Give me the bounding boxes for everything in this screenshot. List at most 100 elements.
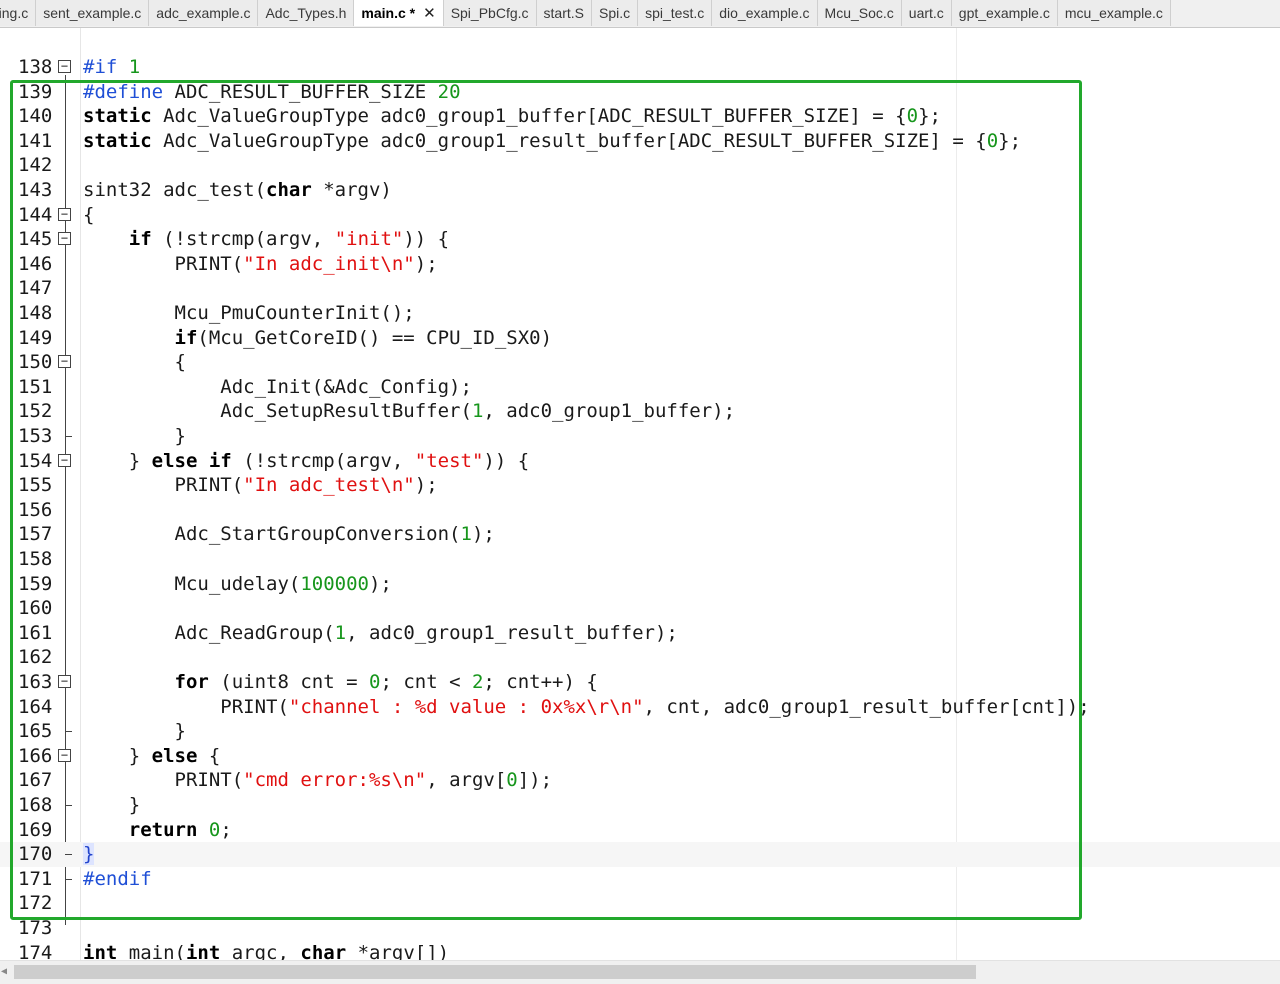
line-number: 141 [18, 129, 53, 152]
code-line[interactable]: 143 sint32 adc_test(char *argv) [0, 178, 1280, 203]
line-number: 143 [18, 179, 53, 201]
line-number: 158 [18, 548, 53, 570]
tab-label: Mcu_Soc.c [824, 5, 894, 21]
tab-label: sent_example.c [43, 5, 142, 21]
tab-mcu-soc-c[interactable]: Mcu_Soc.c [817, 0, 902, 26]
tab-adc-example-c[interactable]: adc_example.c [149, 0, 259, 26]
line-number: 153 [18, 425, 53, 447]
fold-collapse-icon[interactable]: − [58, 355, 71, 369]
code-line[interactable]: 156 [0, 498, 1280, 523]
fold-end-marker [65, 436, 72, 437]
fold-collapse-icon[interactable]: − [58, 748, 71, 762]
fold-collapse-icon[interactable]: − [58, 60, 71, 73]
code-line[interactable]: 173 [0, 916, 1280, 941]
code-text: for (uint8 cnt = 0; cnt < 2; cnt++) { [174, 671, 598, 693]
line-number: 139 [18, 80, 53, 103]
fold-collapse-icon[interactable]: − [58, 675, 71, 688]
tab-spi-test-c[interactable]: spi_test.c [638, 0, 713, 26]
code-editor[interactable]: 138− #if 1 139 #define ADC_RESULT_BUFFER_SI… [0, 28, 1280, 960]
line-number: 173 [18, 917, 53, 939]
line-number: 164 [18, 695, 53, 718]
code-line[interactable]: 150− { [0, 350, 1280, 375]
tab-label: ring.c [0, 5, 29, 21]
tab-uart-c[interactable]: uart.c [901, 0, 952, 26]
code-line[interactable]: 148 Mcu_PmuCounterInit(); [0, 301, 1280, 326]
line-number: 157 [18, 523, 53, 546]
code-line[interactable]: 152 Adc_SetupResultBuffer(1, adc0_group1… [0, 399, 1280, 424]
tab-adc-types-h[interactable]: Adc_Types.h [258, 0, 355, 26]
line-number: 145 [18, 228, 53, 251]
code-line[interactable]: 154− } else if (!strcmp(argv, "test")) { [0, 449, 1280, 474]
tab-label: Adc_Types.h [265, 5, 347, 21]
horizontal-scrollbar[interactable]: ◀ [0, 960, 1280, 984]
line-number: 161 [18, 621, 53, 644]
code-line[interactable]: 169 return 0; [0, 818, 1280, 843]
code-line[interactable]: 164 PRINT("channel : %d value : 0x%x\r\n… [0, 695, 1280, 720]
code-line[interactable]: 141 static Adc_ValueGroupType adc0_group1… [0, 129, 1280, 154]
code-line[interactable]: 166− } else { [0, 744, 1280, 769]
code-line[interactable]: 170} [0, 842, 1280, 867]
code-text: sint32 adc_test(char *argv) [83, 179, 392, 201]
code-text: #endif [83, 867, 152, 890]
tab-label: Spi.c [598, 5, 631, 21]
tab-sent-example-c[interactable]: sent_example.c [36, 0, 150, 26]
line-number: 152 [18, 400, 53, 423]
code-line[interactable]: 160 [0, 596, 1280, 621]
line-number: 168 [18, 794, 53, 816]
close-tab-icon[interactable]: ✕ [423, 5, 436, 22]
fold-collapse-icon[interactable]: − [58, 453, 71, 467]
fold-collapse-icon[interactable]: − [58, 207, 71, 221]
code-line[interactable]: 163− for (uint8 cnt = 0; cnt < 2; cnt++)… [0, 670, 1280, 695]
tab-spi-pbcfg-c[interactable]: Spi_PbCfg.c [443, 0, 537, 26]
code-line[interactable]: 146 PRINT("In adc_init\n"); [0, 252, 1280, 277]
tab-spi-c[interactable]: Spi.c [591, 0, 639, 26]
tab-main-c[interactable]: main.c * ✕ [354, 0, 444, 26]
code-line[interactable]: 161 Adc_ReadGroup(1, adc0_group1_result_… [0, 621, 1280, 646]
code-line[interactable]: 140 static Adc_ValueGroupType adc0_group1… [0, 104, 1280, 129]
fold-end-marker [65, 805, 72, 806]
code-line[interactable]: 162 [0, 645, 1280, 670]
code-line[interactable]: 155 PRINT("In adc_test\n"); [0, 473, 1280, 498]
code-text: } else { [83, 744, 221, 767]
code-line[interactable]: 158 [0, 547, 1280, 572]
code-text: } [83, 425, 186, 447]
scrollbar-thumb[interactable] [14, 965, 976, 979]
code-line[interactable]: 157 Adc_StartGroupConversion(1); [0, 522, 1280, 547]
scroll-left-icon[interactable]: ◀ [1, 963, 11, 981]
code-line[interactable]: 149 if(Mcu_GetCoreID() == CPU_ID_SX0) [0, 326, 1280, 351]
code-line[interactable]: 142 [0, 153, 1280, 178]
line-number: 156 [18, 498, 53, 521]
tab-start-s[interactable]: start.S [536, 0, 592, 26]
tab-gpt-example-c[interactable]: gpt_example.c [951, 0, 1058, 26]
line-number: 167 [18, 769, 53, 792]
code-text: PRINT("In adc_test\n"); [83, 474, 438, 497]
tab-dio-example-c[interactable]: dio_example.c [712, 0, 818, 26]
line-number: 140 [18, 105, 53, 128]
line-number: 166 [18, 744, 53, 767]
tab-label: mcu_example.c [1064, 5, 1163, 21]
code-line[interactable]: 167 PRINT("cmd error:%s\n", argv[0]); [0, 768, 1280, 793]
code-text: if (!strcmp(argv, "init")) { [128, 228, 450, 251]
code-line[interactable]: 171 #endif [0, 867, 1280, 892]
line-number: 142 [18, 154, 53, 177]
code-line[interactable]: 153 } [0, 424, 1280, 449]
line-number: 148 [18, 302, 53, 324]
line-number: 154 [18, 449, 53, 472]
code-line[interactable]: 145− if (!strcmp(argv, "init")) { [0, 227, 1280, 252]
fold-collapse-icon[interactable]: − [58, 232, 71, 246]
code-line[interactable]: 151 Adc_Init(&Adc_Config); [0, 375, 1280, 400]
code-line[interactable]: 159 Mcu_udelay(100000); [0, 572, 1280, 597]
tab-mcu-example-c[interactable]: mcu_example.c [1057, 0, 1171, 26]
code-text: } [83, 843, 95, 866]
code-line[interactable]: 172 [0, 891, 1280, 916]
code-line[interactable]: 174 int main(int argc, char *argv[]) [0, 941, 1280, 960]
code-line[interactable]: 144−{ [0, 203, 1280, 228]
code-line[interactable]: 147 [0, 276, 1280, 301]
code-line[interactable]: 168 } [0, 793, 1280, 818]
code-line[interactable]: 139 #define ADC_RESULT_BUFFER_SIZE 20 [0, 80, 1280, 105]
code-line[interactable]: 138− #if 1 [0, 55, 1280, 80]
line-number: 162 [18, 646, 53, 669]
tab-ring-c[interactable]: ring.c [0, 0, 37, 26]
line-number: 155 [18, 474, 53, 497]
code-line[interactable]: 165 } [0, 719, 1280, 744]
